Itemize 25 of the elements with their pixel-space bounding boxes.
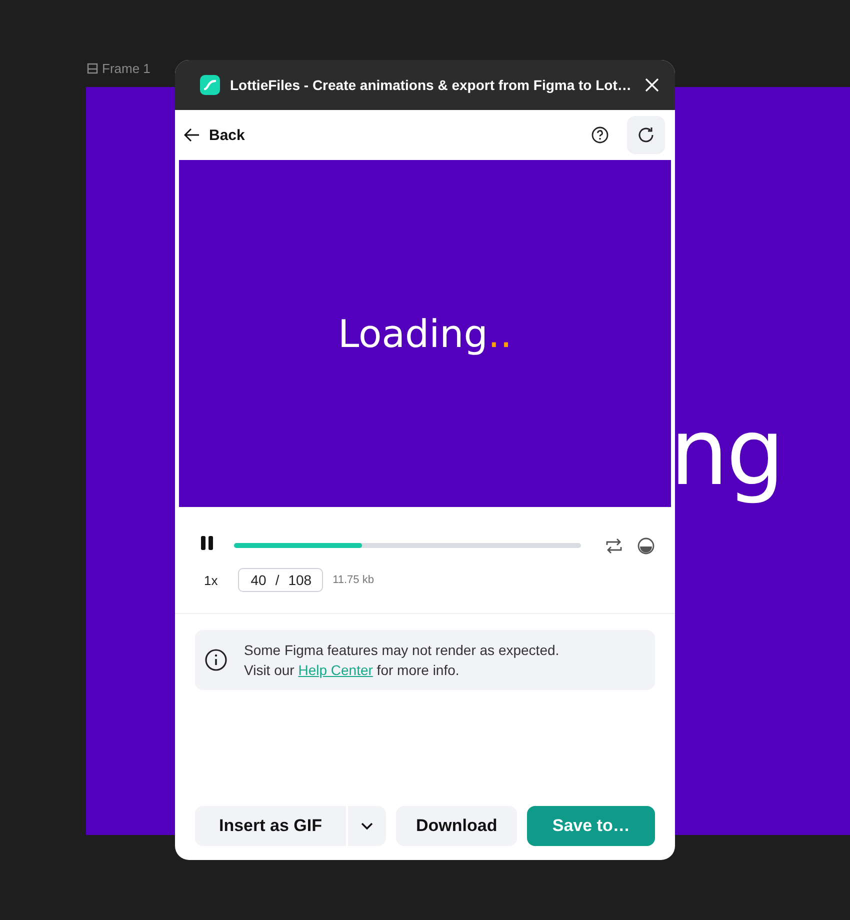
lottie-logo-icon xyxy=(200,75,220,95)
insert-gif-button[interactable]: Insert as GIF xyxy=(195,806,346,846)
frame-icon xyxy=(87,63,98,74)
loading-dots: .. xyxy=(488,312,512,356)
refresh-button[interactable] xyxy=(627,116,665,154)
loop-icon[interactable] xyxy=(605,538,623,554)
progress-track[interactable] xyxy=(234,543,581,548)
notice-text: Some Figma features may not render as expected. Visit our Help Center for more info. xyxy=(244,641,560,680)
chevron-down-icon xyxy=(360,822,373,830)
speed-selector[interactable]: 1x xyxy=(204,572,218,588)
frame-label[interactable]: Frame 1 xyxy=(102,61,150,76)
download-button[interactable]: Download xyxy=(396,806,518,846)
frame-field[interactable]: 40 / 108 xyxy=(238,568,323,592)
background-icon[interactable] xyxy=(637,536,655,554)
refresh-icon xyxy=(637,126,655,144)
pause-icon[interactable] xyxy=(200,535,214,551)
close-icon[interactable] xyxy=(645,78,659,92)
info-icon xyxy=(204,648,228,672)
file-size: 11.75 kb xyxy=(332,574,374,586)
back-button[interactable]: Back xyxy=(184,126,245,144)
help-icon xyxy=(591,126,609,144)
frame-text: ng xyxy=(670,398,783,508)
window-title: LottieFiles - Create animations & export from Figma to Lot… xyxy=(230,77,632,93)
back-arrow-icon xyxy=(184,128,200,142)
loading-text: Loading xyxy=(338,312,488,356)
